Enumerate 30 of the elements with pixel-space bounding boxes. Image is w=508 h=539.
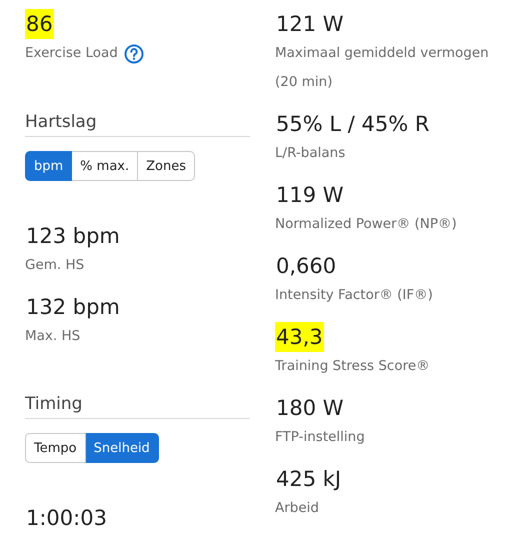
stat-label: Intensity Factor® (IF®) bbox=[275, 286, 433, 305]
stat-value: 180 W bbox=[275, 395, 345, 422]
stat-label: Training Stress Score® bbox=[275, 357, 430, 376]
stat-value: 43,3 bbox=[275, 322, 324, 352]
toggle-button[interactable]: bpm bbox=[25, 151, 72, 181]
section-heading: Hartslag bbox=[25, 108, 250, 137]
stat-label: Exercise Load bbox=[25, 44, 118, 63]
stat-value: 1:00:03 bbox=[25, 505, 108, 532]
stat-value: 425 kJ bbox=[275, 466, 342, 493]
stat-value: 119 W bbox=[275, 182, 345, 209]
toggle-button[interactable]: % max. bbox=[72, 151, 138, 181]
stat-label: Max. HS bbox=[25, 327, 80, 346]
stat-value: 121 W bbox=[275, 11, 345, 38]
stat-label: Maximaal gemiddeld vermogen bbox=[275, 44, 489, 63]
stat-value: 132 bpm bbox=[25, 294, 121, 321]
stat-label: (20 min) bbox=[275, 73, 332, 92]
toggle-button[interactable]: Snelheid bbox=[86, 433, 159, 463]
help-icon[interactable] bbox=[124, 44, 144, 64]
section-heading: Timing bbox=[25, 390, 250, 419]
stat-value: 55% L / 45% R bbox=[275, 111, 430, 138]
stat-label: FTP-instelling bbox=[275, 428, 365, 447]
toggle-button[interactable]: Zones bbox=[138, 151, 195, 181]
stat-label: L/R-balans bbox=[275, 144, 346, 163]
toggle-button[interactable]: Tempo bbox=[25, 433, 86, 463]
stat-label: Gem. HS bbox=[25, 256, 84, 275]
stat-value: 0,660 bbox=[275, 253, 338, 280]
stat-value: 86 bbox=[25, 9, 54, 39]
stat-label: Arbeid bbox=[275, 499, 319, 518]
stat-label: Normalized Power® (NP®) bbox=[275, 215, 457, 234]
stat-value: 123 bpm bbox=[25, 223, 121, 250]
